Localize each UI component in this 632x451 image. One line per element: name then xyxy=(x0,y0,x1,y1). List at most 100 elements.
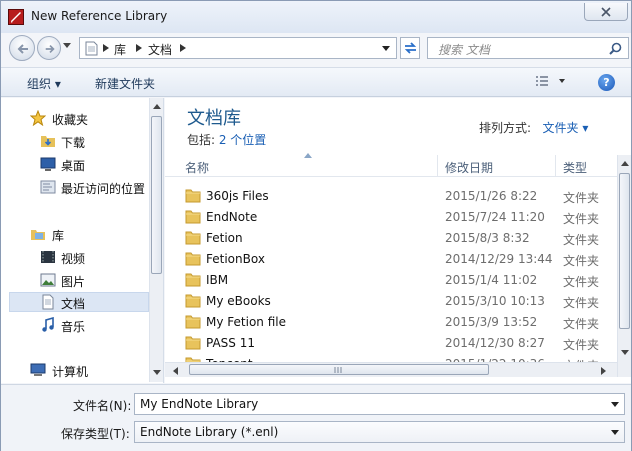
nav-videos[interactable]: 视频 xyxy=(1,247,149,267)
organize-button[interactable]: 组织 ▾ xyxy=(27,75,61,92)
folder-icon xyxy=(185,231,201,245)
computer-icon xyxy=(30,363,46,376)
filetype-label: 保存类型(T): xyxy=(61,427,130,441)
column-divider[interactable] xyxy=(437,155,438,177)
table-row[interactable]: EndNote 2015/7/24 11:20 文件夹 xyxy=(183,207,617,228)
pictures-icon xyxy=(40,273,56,287)
documents-icon xyxy=(42,294,54,310)
arrange-label: 排列方式: xyxy=(479,121,532,135)
filename-input[interactable]: My EndNote Library xyxy=(134,393,625,415)
back-button[interactable] xyxy=(9,35,35,61)
save-dialog: New Reference Library 库 文档 搜索 文档 组织 ▾ 新建… xyxy=(0,0,632,451)
nav-scroll-thumb[interactable] xyxy=(151,116,162,274)
refresh-button[interactable] xyxy=(400,37,420,59)
includes-locations-link[interactable]: 2 个位置 xyxy=(219,133,266,147)
breadcrumb-arrow-icon[interactable] xyxy=(103,44,109,52)
scroll-down-icon[interactable] xyxy=(153,370,161,375)
column-date-modified[interactable]: 修改日期 xyxy=(445,159,493,176)
scroll-down-icon[interactable] xyxy=(621,350,629,355)
table-row[interactable]: My eBooks 2015/3/10 10:13 文件夹 xyxy=(183,291,617,312)
search-icon[interactable] xyxy=(609,42,622,55)
title-bar: New Reference Library xyxy=(1,1,631,33)
filetype-select[interactable]: EndNote Library (*.enl) xyxy=(134,421,625,443)
nav-label: 计算机 xyxy=(52,365,89,379)
nav-music[interactable]: 音乐 xyxy=(1,315,149,335)
window-title: New Reference Library xyxy=(31,9,168,23)
nav-label: 图片 xyxy=(61,275,86,289)
nav-recent-places[interactable]: 最近访问的位置 xyxy=(1,177,149,197)
file-type: 文件夹 xyxy=(563,191,600,205)
file-name: Fetion xyxy=(206,231,243,245)
file-name: IBM xyxy=(206,273,229,287)
horizontal-scrollbar[interactable] xyxy=(165,362,617,377)
scroll-right-icon[interactable] xyxy=(601,367,606,375)
nav-libraries[interactable]: 库 xyxy=(1,224,149,244)
table-row[interactable]: Fetion 2015/8/3 8:32 文件夹 xyxy=(183,228,617,249)
recent-places-icon xyxy=(40,180,56,194)
breadcrumb-documents[interactable]: 文档 xyxy=(148,41,172,58)
recent-pages-dropdown-icon[interactable] xyxy=(63,43,71,49)
view-options-button[interactable] xyxy=(535,75,565,92)
chevron-down-icon[interactable] xyxy=(611,430,619,435)
file-list-scrollbar[interactable] xyxy=(617,155,631,377)
breadcrumb-arrow-icon[interactable] xyxy=(180,44,186,52)
nav-label: 下载 xyxy=(61,136,86,150)
table-row[interactable]: IBM 2015/1/4 11:02 文件夹 xyxy=(183,270,617,291)
scroll-up-icon[interactable] xyxy=(153,104,161,109)
nav-downloads[interactable]: 下载 xyxy=(1,131,149,151)
table-row[interactable]: FetionBox 2014/12/29 13:44 文件夹 xyxy=(183,249,617,270)
library-includes: 包括: 2 个位置 xyxy=(187,131,266,148)
forward-button[interactable] xyxy=(37,36,61,60)
videos-icon xyxy=(41,251,55,263)
nav-label: 最近访问的位置 xyxy=(61,182,146,196)
nav-favorites[interactable]: 收藏夹 xyxy=(1,108,149,128)
table-row[interactable]: My Fetion file 2015/3/9 13:52 文件夹 xyxy=(183,312,617,333)
file-type: 文件夹 xyxy=(563,296,600,310)
music-icon xyxy=(42,317,54,332)
column-type[interactable]: 类型 xyxy=(563,159,587,176)
folder-icon xyxy=(185,252,201,266)
table-row[interactable]: 360js Files 2015/1/26 8:22 文件夹 xyxy=(183,186,617,207)
scroll-up-icon[interactable] xyxy=(621,161,629,166)
file-type: 文件夹 xyxy=(563,317,600,331)
chevron-down-icon[interactable] xyxy=(611,402,619,407)
file-date: 2015/3/10 10:13 xyxy=(445,294,545,308)
horizontal-scroll-thumb[interactable] xyxy=(189,364,489,375)
scroll-left-icon[interactable] xyxy=(173,367,178,375)
nav-label: 文档 xyxy=(61,297,86,311)
nav-documents[interactable]: 文档 xyxy=(9,292,149,312)
close-button[interactable] xyxy=(584,3,628,21)
file-date: 2015/8/3 8:32 xyxy=(445,231,530,245)
downloads-folder-icon xyxy=(41,136,55,147)
file-date: 2015/3/9 13:52 xyxy=(445,315,538,329)
nav-label: 桌面 xyxy=(61,159,86,173)
command-toolbar: 组织 ▾ 新建文件夹 ? xyxy=(1,67,631,97)
sort-ascending-icon xyxy=(304,153,312,158)
new-folder-button[interactable]: 新建文件夹 xyxy=(95,75,155,92)
folder-icon xyxy=(185,336,201,350)
nav-scrollbar[interactable] xyxy=(149,98,163,382)
search-placeholder: 搜索 文档 xyxy=(438,43,490,57)
file-type: 文件夹 xyxy=(563,254,600,268)
help-button[interactable]: ? xyxy=(598,74,615,91)
nav-desktop[interactable]: 桌面 xyxy=(1,154,149,174)
nav-computer[interactable]: 计算机 xyxy=(1,360,149,380)
breadcrumb-library[interactable]: 库 xyxy=(114,41,126,58)
refresh-icon xyxy=(404,42,417,54)
column-name[interactable]: 名称 xyxy=(185,159,209,176)
column-divider[interactable] xyxy=(555,155,556,177)
filename-label: 文件名(N): xyxy=(73,399,132,413)
address-row: 库 文档 搜索 文档 xyxy=(1,33,631,63)
breadcrumb-arrow-icon[interactable] xyxy=(136,44,142,52)
nav-pictures[interactable]: 图片 xyxy=(1,270,149,290)
nav-label: 收藏夹 xyxy=(52,113,89,127)
table-row[interactable]: PASS 11 2014/12/30 8:27 文件夹 xyxy=(183,333,617,354)
search-input[interactable]: 搜索 文档 xyxy=(427,37,629,59)
file-list-scroll-thumb[interactable] xyxy=(619,173,630,329)
folder-icon xyxy=(185,273,201,287)
arrow-right-icon xyxy=(45,44,55,54)
address-bar[interactable]: 库 文档 xyxy=(79,37,397,59)
arrange-by-dropdown[interactable]: 文件夹 ▾ xyxy=(543,121,589,135)
file-name: My Fetion file xyxy=(206,315,286,329)
address-dropdown-icon[interactable] xyxy=(382,46,390,52)
